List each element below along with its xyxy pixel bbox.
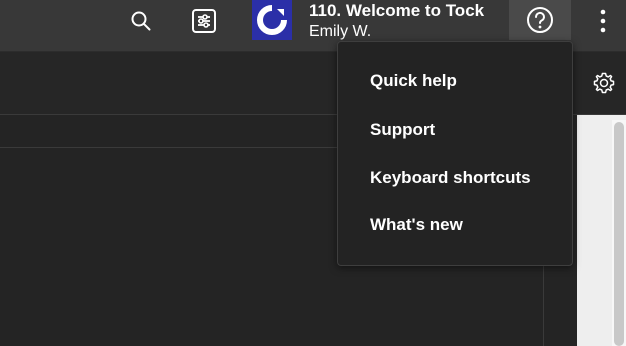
- help-button[interactable]: [509, 0, 571, 40]
- question-circle-icon: [527, 7, 553, 33]
- vertical-dots-icon: [600, 9, 606, 33]
- venue-name[interactable]: 110. Welcome to Tock: [309, 1, 484, 21]
- search-button[interactable]: [124, 4, 158, 38]
- help-menu: Quick help Support Keyboard shortcuts Wh…: [337, 41, 573, 266]
- scrollbar-thumb[interactable]: [614, 122, 624, 346]
- more-options-button[interactable]: [591, 3, 615, 39]
- gear-icon: [593, 72, 615, 94]
- settings-button[interactable]: [588, 67, 620, 99]
- menu-item-support[interactable]: Support: [370, 120, 435, 140]
- search-icon: [131, 11, 151, 31]
- sliders-icon: [192, 9, 216, 33]
- app-window: 110. Welcome to Tock Emily W. Quick help…: [0, 0, 626, 346]
- venue-logo[interactable]: [252, 0, 292, 40]
- filter-button[interactable]: [186, 3, 222, 39]
- user-name[interactable]: Emily W.: [309, 23, 371, 41]
- menu-item-quick-help[interactable]: Quick help: [370, 71, 457, 91]
- menu-item-whats-new[interactable]: What's new: [370, 215, 463, 235]
- menu-item-keyboard-shortcuts[interactable]: Keyboard shortcuts: [370, 168, 531, 188]
- tock-logo-icon: [257, 5, 287, 35]
